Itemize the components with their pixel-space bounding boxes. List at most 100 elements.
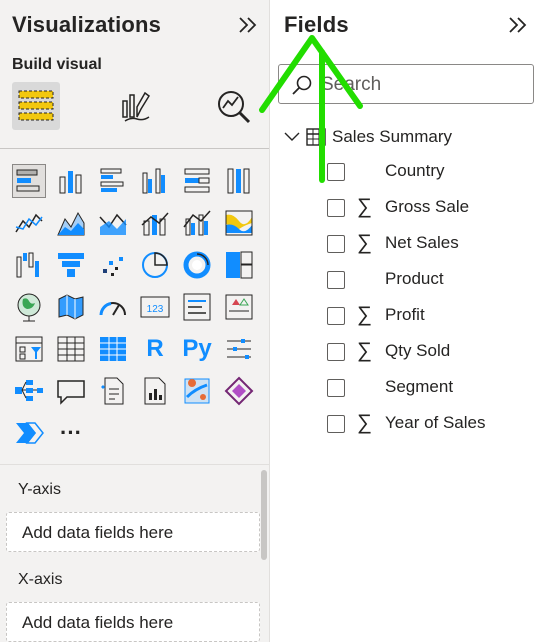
- card-icon[interactable]: 123: [138, 290, 172, 324]
- ribbon-chart-icon[interactable]: [222, 206, 256, 240]
- azure-map-icon[interactable]: [180, 374, 214, 408]
- area-chart-icon[interactable]: [54, 206, 88, 240]
- double-chevron-right-icon: [509, 17, 527, 33]
- field-name: Segment: [385, 377, 454, 396]
- donut-chart-icon[interactable]: [180, 248, 214, 282]
- more-label: ···: [60, 420, 82, 445]
- sigma-icon: ∑: [357, 303, 372, 326]
- kpi-icon[interactable]: [222, 290, 256, 324]
- x-axis-drop-well[interactable]: Add data fields here: [6, 602, 260, 642]
- sigma-icon: ∑: [357, 411, 372, 434]
- clustered-bar-chart-icon[interactable]: [96, 164, 130, 198]
- mode-divider: [0, 148, 269, 149]
- key-influencers-icon[interactable]: [222, 332, 256, 366]
- sigma-icon: ∑: [357, 339, 372, 362]
- field-checkbox[interactable]: [327, 163, 345, 181]
- table-icon[interactable]: [54, 332, 88, 366]
- funnel-icon[interactable]: [54, 248, 88, 282]
- field-item[interactable]: Product: [327, 267, 537, 293]
- fields-search-input[interactable]: Search: [278, 64, 534, 104]
- stacked-column-chart-icon[interactable]: [54, 164, 88, 198]
- fields-title: Fields: [284, 12, 349, 37]
- build-visual-label: Build visual: [12, 56, 102, 73]
- treemap-icon[interactable]: [222, 248, 256, 282]
- scatter-chart-icon[interactable]: [96, 248, 130, 282]
- stacked-area-chart-icon[interactable]: [96, 206, 130, 240]
- collapse-fields-button[interactable]: [506, 13, 530, 37]
- field-name: Profit: [385, 305, 425, 324]
- field-checkbox[interactable]: [327, 379, 345, 397]
- r-script-visual-icon[interactable]: R: [138, 332, 172, 366]
- slicer-icon[interactable]: [12, 332, 46, 366]
- multi-row-card-icon[interactable]: [180, 290, 214, 324]
- field-name: Country: [385, 161, 445, 180]
- field-name: Gross Sale: [385, 197, 470, 216]
- field-item[interactable]: Segment: [327, 375, 537, 401]
- sigma-icon: ∑: [357, 231, 372, 254]
- field-checkbox[interactable]: [327, 235, 345, 253]
- decomposition-tree-icon[interactable]: [12, 374, 46, 408]
- field-item[interactable]: ∑ Net Sales: [327, 231, 537, 257]
- field-name: Product: [385, 269, 444, 288]
- more-visuals-icon[interactable]: ···: [54, 416, 88, 450]
- paginated-report-icon[interactable]: [138, 374, 172, 408]
- table-icon: [306, 128, 326, 146]
- field-checkbox[interactable]: [327, 415, 345, 433]
- build-visual-icon: [18, 90, 54, 121]
- map-icon[interactable]: [12, 290, 46, 324]
- matrix-icon[interactable]: [96, 332, 130, 366]
- visualizations-pane: Visualizations Build visual 123 R Py ···: [0, 0, 270, 642]
- field-item[interactable]: ∑ Gross Sale: [327, 195, 537, 221]
- gauge-icon[interactable]: [96, 290, 130, 324]
- field-name: Net Sales: [385, 233, 459, 252]
- clustered-column-chart-icon[interactable]: [138, 164, 172, 198]
- py-label: Py: [182, 335, 212, 362]
- line-chart-icon[interactable]: [12, 206, 46, 240]
- 100-stacked-column-chart-icon[interactable]: [222, 164, 256, 198]
- y-axis-drop-well[interactable]: Add data fields here: [6, 512, 260, 552]
- visualizations-title: Visualizations: [12, 12, 162, 37]
- line-and-stacked-column-chart-icon[interactable]: [138, 206, 172, 240]
- pie-chart-icon[interactable]: [138, 248, 172, 282]
- field-checkbox[interactable]: [327, 307, 345, 325]
- field-checkbox[interactable]: [327, 343, 345, 361]
- fields-pane: Fields Search Sales Summary Country ∑ Gros…: [270, 0, 541, 642]
- qa-icon[interactable]: [54, 374, 88, 408]
- sigma-icon: ∑: [357, 195, 372, 218]
- svg-text:123: 123: [147, 304, 164, 315]
- field-item[interactable]: ∑ Year of Sales: [327, 411, 537, 437]
- stacked-bar-chart-icon[interactable]: [12, 164, 46, 198]
- power-apps-icon[interactable]: [222, 374, 256, 408]
- 100-stacked-bar-chart-icon[interactable]: [180, 164, 214, 198]
- python-visual-icon[interactable]: Py: [180, 332, 214, 366]
- waterfall-chart-icon[interactable]: [12, 248, 46, 282]
- field-item[interactable]: ∑ Qty Sold: [327, 339, 537, 365]
- double-chevron-right-icon: [239, 17, 257, 33]
- y-axis-label: Y-axis: [18, 481, 61, 498]
- field-name: Year of Sales: [385, 413, 486, 432]
- power-automate-icon[interactable]: [12, 416, 46, 450]
- collapse-visualizations-button[interactable]: [236, 13, 260, 37]
- wells-scrollbar[interactable]: [261, 470, 267, 560]
- table-sales-summary[interactable]: Sales Summary: [284, 126, 452, 148]
- table-name: Sales Summary: [332, 127, 452, 146]
- field-checkbox[interactable]: [327, 199, 345, 217]
- chevron-down-icon[interactable]: [284, 131, 300, 143]
- field-item[interactable]: ∑ Profit: [327, 303, 537, 329]
- analytics-button[interactable]: [210, 84, 258, 128]
- gallery-divider: [0, 464, 269, 465]
- analytics-icon: [218, 91, 251, 124]
- format-visual-icon: [122, 91, 150, 122]
- search-icon: [292, 75, 312, 95]
- x-axis-label: X-axis: [18, 571, 63, 588]
- build-visual-button[interactable]: [12, 82, 60, 130]
- smart-narrative-icon[interactable]: [96, 374, 130, 408]
- field-checkbox[interactable]: [327, 271, 345, 289]
- search-placeholder: Search: [321, 74, 382, 95]
- r-label: R: [146, 335, 164, 362]
- filled-map-icon[interactable]: [54, 290, 88, 324]
- format-visual-button[interactable]: [112, 84, 160, 128]
- field-item[interactable]: Country: [327, 159, 537, 185]
- line-and-clustered-column-chart-icon[interactable]: [180, 206, 214, 240]
- field-name: Qty Sold: [385, 341, 451, 360]
